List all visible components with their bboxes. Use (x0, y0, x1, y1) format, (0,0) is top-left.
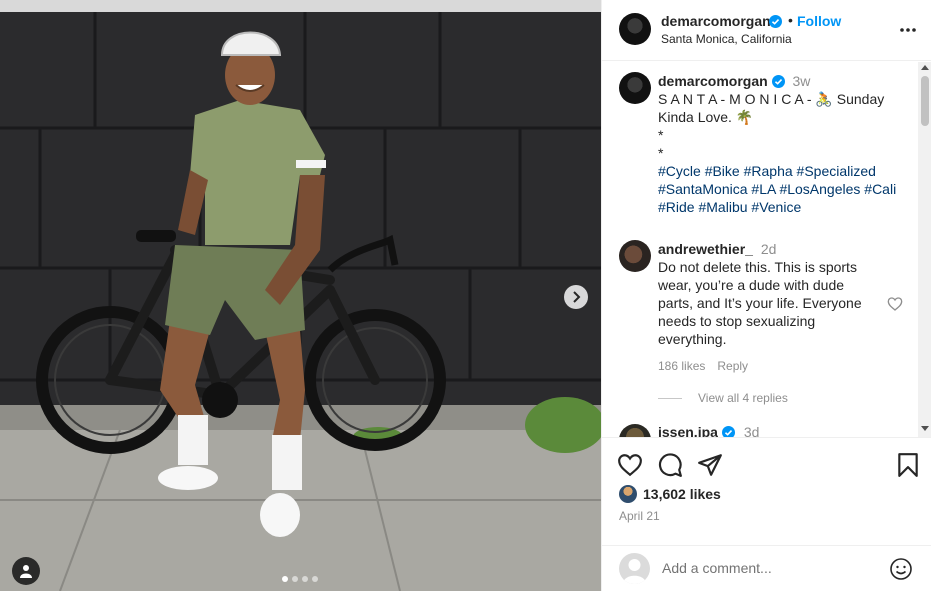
caption-username[interactable]: demarcomorgan (658, 73, 768, 89)
view-replies-button[interactable]: View all 4 replies (658, 391, 788, 405)
carousel-dot (312, 576, 318, 582)
commenter-avatar[interactable] (619, 240, 651, 272)
heart-icon[interactable] (617, 452, 643, 478)
comments-scroll-area[interactable]: demarcomorgan 3w S A N T A - M O N I C A… (602, 62, 920, 437)
hashtag-link[interactable]: #Cycle (658, 163, 701, 179)
next-slide-button[interactable] (564, 285, 588, 309)
commenter-username[interactable]: issen.ipa (658, 424, 718, 437)
caption-line: * (658, 145, 664, 161)
comment-like-icon[interactable] (887, 296, 903, 312)
hashtag-line: #SantaMonica #LA #LosAngeles #Cali (658, 180, 908, 198)
follow-button[interactable]: Follow (797, 13, 841, 29)
likes-count[interactable]: 13,602 likes (643, 486, 721, 502)
caption-author-avatar[interactable] (619, 72, 651, 104)
view-replies-label: View all 4 replies (698, 391, 788, 405)
scroll-up-arrow[interactable] (921, 65, 929, 70)
share-icon[interactable] (697, 452, 723, 478)
verified-badge (769, 13, 782, 31)
hashtag-link[interactable]: #Rapha (744, 163, 793, 179)
caption-line: Kinda Love. 🌴 (658, 109, 754, 125)
caption-time[interactable]: 3w (792, 73, 810, 89)
photo-illustration (0, 0, 601, 591)
hashtag-link[interactable]: #Venice (751, 199, 801, 215)
scrollbar[interactable] (918, 62, 931, 437)
carousel-dot (282, 576, 288, 582)
default-avatar-icon (623, 559, 646, 584)
header-separator: • (788, 12, 793, 28)
post-photo[interactable] (0, 0, 601, 591)
add-comment-input[interactable] (662, 560, 872, 576)
verified-icon (722, 426, 736, 437)
emoji-icon[interactable] (889, 557, 913, 581)
hashtag-link[interactable]: #Malibu (698, 199, 747, 215)
carousel-dot (292, 576, 298, 582)
post-actions: 13,602 likes April 21 (602, 437, 931, 591)
caption-line: S A N T A - M O N I C A - 🚴 Sunday (658, 91, 885, 107)
author-avatar[interactable] (619, 13, 651, 45)
commenter-username[interactable]: andrewethier_ (658, 241, 753, 257)
more-icon[interactable] (898, 20, 918, 40)
verified-icon (771, 75, 785, 88)
comment-text: Do not delete this. This is sports wear,… (658, 259, 862, 347)
bookmark-icon[interactable] (895, 452, 921, 478)
current-user-avatar (619, 553, 650, 584)
chevron-right-icon (573, 291, 581, 303)
scrollbar-thumb[interactable] (921, 76, 929, 126)
author-username[interactable]: demarcomorgan (661, 13, 771, 29)
hashtag-link[interactable]: #Ride (658, 199, 695, 215)
user-tags-button[interactable] (12, 557, 40, 585)
comment-time[interactable]: 3d (744, 424, 760, 437)
replies-divider (658, 397, 682, 399)
carousel-dot (302, 576, 308, 582)
post-details-panel: demarcomorgan • Follow Santa Monica, Cal… (601, 0, 931, 591)
hashtag-line: #Cycle #Bike #Rapha #Specialized (658, 162, 908, 180)
caption-hashtags: #Cycle #Bike #Rapha #Specialized #SantaMo… (658, 162, 908, 216)
post-date[interactable]: April 21 (619, 509, 660, 523)
likes-summary[interactable]: 13,602 likes (619, 485, 721, 503)
comment-icon[interactable] (657, 452, 683, 478)
hashtag-link[interactable]: #LA (751, 181, 775, 197)
liker-avatar (619, 485, 637, 503)
hashtag-link[interactable]: #Specialized (797, 163, 876, 179)
scroll-down-arrow[interactable] (921, 426, 929, 431)
hashtag-link[interactable]: #LosAngeles (779, 181, 860, 197)
post-location[interactable]: Santa Monica, California (661, 32, 792, 46)
hashtag-line: #Ride #Malibu #Venice (658, 198, 908, 216)
caption-line: * (658, 127, 664, 143)
add-comment-row (602, 545, 931, 591)
post-header: demarcomorgan • Follow Santa Monica, Cal… (602, 0, 931, 61)
hashtag-link[interactable]: #Bike (705, 163, 740, 179)
hashtag-link[interactable]: #SantaMonica (658, 181, 748, 197)
user-tag-icon (20, 565, 32, 578)
verified-icon (769, 15, 782, 28)
comment-time[interactable]: 2d (761, 241, 777, 257)
commenter-avatar[interactable] (619, 424, 651, 437)
comment-likes[interactable]: 186 likes (658, 359, 705, 373)
reply-button[interactable]: Reply (717, 359, 748, 373)
carousel-indicator (282, 576, 318, 582)
hashtag-link[interactable]: #Cali (864, 181, 896, 197)
